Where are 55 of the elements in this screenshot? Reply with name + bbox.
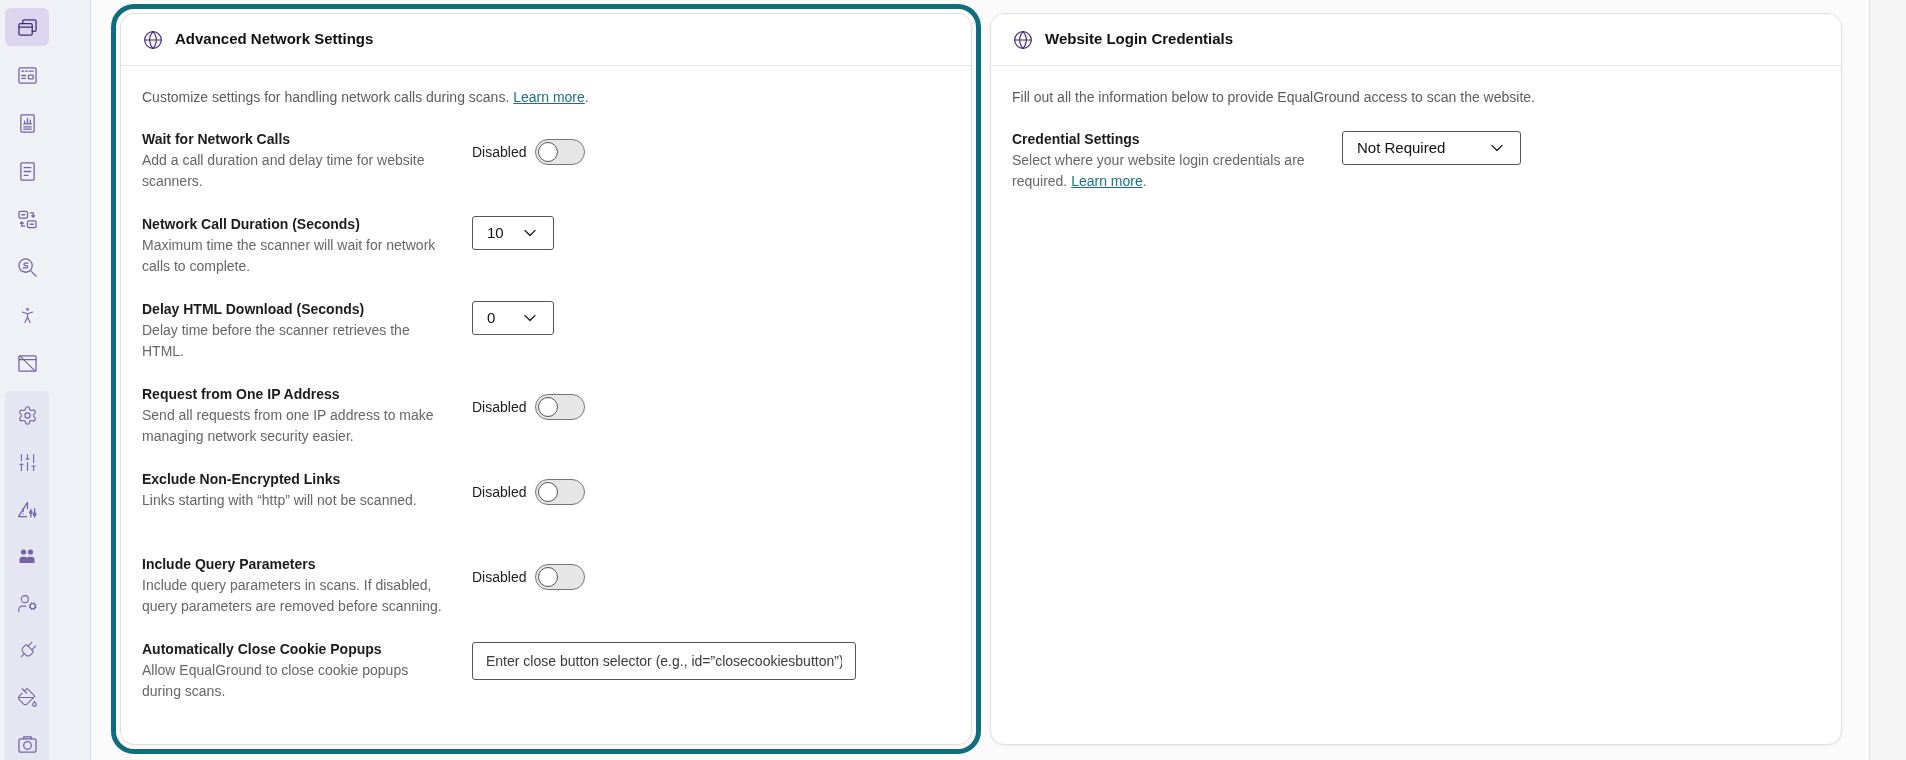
setting-description: Send all requests from one IP address to make managing network security easier. (142, 406, 435, 446)
setting-description: Allow EqualGround to close cookie popups during scans. (142, 661, 410, 701)
card-intro-text: Fill out all the information below to provide EqualGround access to scan the website. (1012, 88, 1536, 107)
card-intro-text: Customize settings for handling network calls during scans. Learn more. (142, 88, 590, 107)
globe-icon (1013, 29, 1033, 50)
setting-title: Exclude Non-Encrypted Links (142, 470, 342, 489)
user-gear-icon (16, 592, 38, 614)
setting-description: Maximum time the scanner will wait for network calls to complete. (142, 236, 437, 276)
setting-title: Wait for Network Calls (142, 130, 292, 149)
setting-description: Add a call duration and delay time for website scanners. (142, 151, 426, 191)
toggle-switch[interactable] (535, 394, 586, 420)
toggle-state-label: Disabled (472, 568, 527, 587)
select-dropdown[interactable]: 0 (472, 301, 554, 335)
document-icon (17, 161, 37, 181)
setting-title: Request from One IP Address (142, 385, 341, 404)
setting-title: Automatically Close Cookie Popups (142, 640, 383, 659)
select-dropdown[interactable]: Not Required (1342, 131, 1521, 165)
browser-layout-icon (17, 65, 37, 85)
sidebar-item[interactable] (5, 8, 49, 46)
toggle-switch[interactable] (535, 139, 586, 165)
setting-title: Include Query Parameters (142, 555, 317, 574)
learn-more-link[interactable]: Learn more (513, 89, 585, 105)
stacked-windows-icon (17, 17, 37, 37)
selector-input[interactable]: Enter close button selector (e.g., id=”closecookiesbutton”) (472, 642, 856, 680)
window-slash-icon (17, 353, 37, 373)
settings-icon (16, 404, 38, 426)
globe-icon (143, 29, 163, 50)
setting-title: Credential Settings (1012, 130, 1141, 149)
toggle-knob (538, 397, 559, 417)
toggle-knob (538, 482, 559, 502)
setting-description: Delay time before the scanner retrieves the HTML. (142, 321, 411, 361)
card-title: Website Login Credentials (1045, 29, 1234, 50)
document-chart-icon (17, 113, 37, 133)
setting-title: Delay HTML Download (Seconds) (142, 300, 366, 319)
paint-bucket-icon (16, 686, 38, 708)
toggle-switch[interactable] (535, 564, 586, 590)
toggle-switch[interactable] (535, 479, 586, 505)
sliders-icon (16, 451, 38, 473)
users-icon (19, 549, 35, 563)
swap-boxes-icon (17, 209, 37, 229)
toggle-state-label: Disabled (472, 398, 527, 417)
setting-title: Network Call Duration (Seconds) (142, 215, 361, 234)
toggle-state-label: Disabled (472, 143, 527, 162)
warning-sliders-icon (17, 499, 37, 519)
search-icon (17, 257, 37, 277)
toggle-state-label: Disabled (472, 483, 527, 502)
setting-description: Links starting with “http” will not be scanned. (142, 491, 418, 510)
camera-icon (17, 734, 37, 754)
setting-description: Select where your website login credentials are required. Learn more. (1012, 151, 1306, 191)
learn-more-link[interactable]: Learn more (1071, 173, 1143, 189)
setting-description: Include query parameters in scans. If disabled, query parameters are removed before scanning. (142, 576, 443, 616)
toggle-knob (538, 142, 559, 162)
toggle-knob (538, 567, 559, 587)
select-dropdown[interactable]: 10 (472, 216, 554, 250)
card-title: Advanced Network Settings (175, 29, 374, 50)
